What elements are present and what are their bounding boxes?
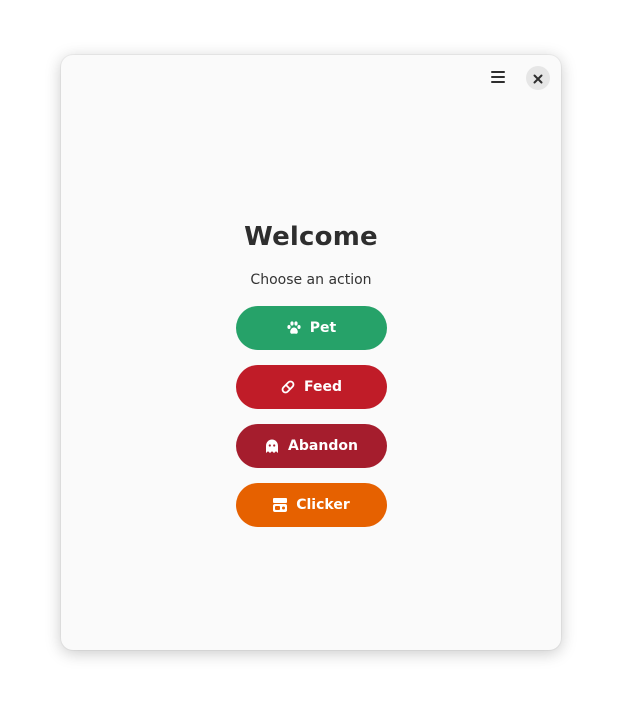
abandon-button[interactable]: Abandon	[235, 424, 387, 468]
paw-icon	[286, 320, 302, 336]
page-title: Welcome	[244, 222, 378, 252]
abandon-button-label: Abandon	[288, 438, 358, 454]
pet-button[interactable]: Pet	[235, 306, 387, 350]
close-button[interactable]	[526, 66, 550, 90]
capsule-icon	[280, 379, 296, 395]
clicker-icon	[272, 497, 288, 513]
close-icon	[533, 69, 543, 88]
header-bar	[61, 55, 561, 101]
ghost-icon	[264, 438, 280, 454]
feed-button[interactable]: Feed	[235, 365, 387, 409]
app-window: Welcome Choose an action Pet Feed Abando…	[61, 55, 561, 650]
welcome-page: Welcome Choose an action Pet Feed Abando…	[61, 220, 561, 527]
page-subtitle: Choose an action	[250, 272, 372, 288]
clicker-button-label: Clicker	[296, 497, 350, 513]
feed-button-label: Feed	[303, 379, 342, 395]
clicker-button[interactable]: Clicker	[235, 483, 387, 527]
hamburger-menu-icon	[490, 69, 506, 88]
action-list: Pet Feed Abandon Clicker	[235, 306, 387, 527]
pet-button-label: Pet	[309, 320, 337, 336]
main-menu-button[interactable]	[483, 65, 513, 91]
